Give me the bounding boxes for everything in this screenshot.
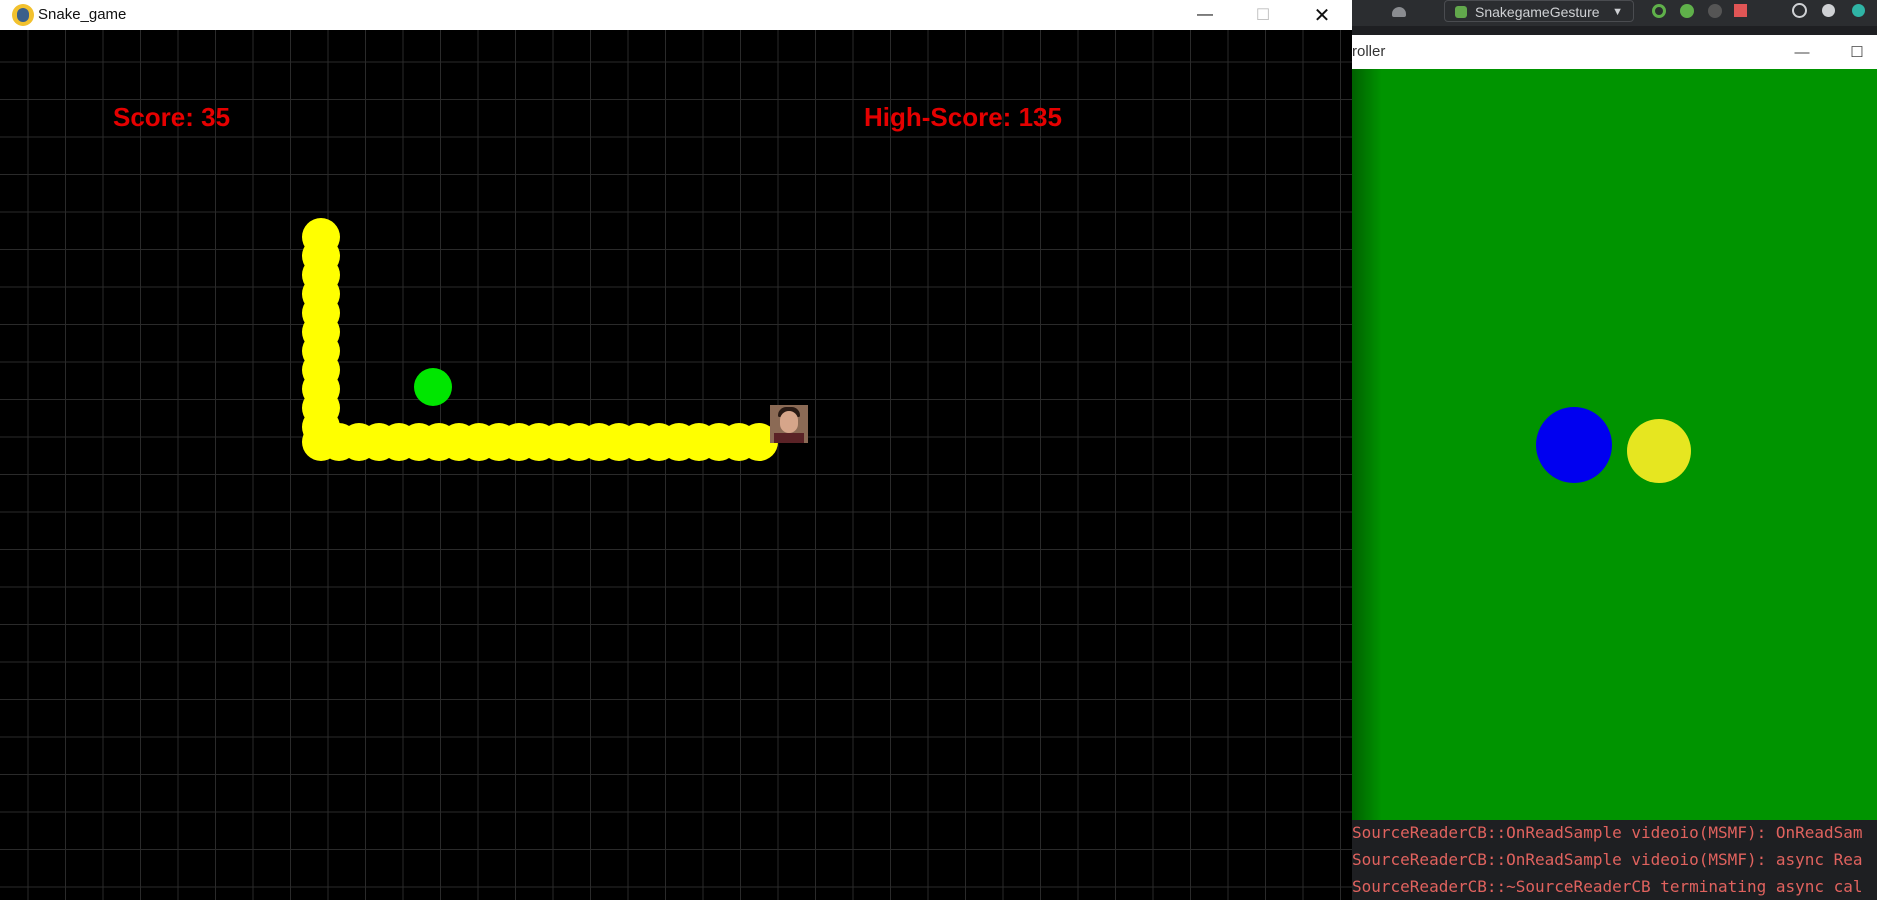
ide-toolbar: SnakegameGesture ▼ — [1352, 0, 1877, 26]
console-line: SourceReaderCB::OnReadSample videoio(MSM… — [1352, 850, 1863, 869]
yellow-tracking-ball — [1627, 419, 1691, 483]
gear-icon[interactable] — [1822, 4, 1835, 17]
controller-window: SnakegameGesture ▼ roller — ☐ SourceRead… — [1352, 0, 1877, 900]
food-pellet — [414, 368, 452, 406]
plugin-icon[interactable] — [1852, 4, 1865, 17]
controller-window-title: roller — [1352, 43, 1386, 60]
window-shadow — [1352, 69, 1382, 820]
search-icon[interactable] — [1792, 3, 1807, 18]
score-label: Score: 35 — [113, 102, 231, 132]
stop-icon[interactable] — [1734, 4, 1747, 17]
run-config-label: SnakegameGesture — [1475, 4, 1600, 20]
minimize-button[interactable]: — — [1782, 35, 1822, 69]
debug-icon[interactable] — [1680, 4, 1694, 18]
chevron-down-icon: ▼ — [1612, 6, 1623, 18]
user-icon[interactable] — [1392, 3, 1408, 19]
game-board: Score: 35 High-Score: 135 — [0, 30, 1352, 900]
console-line: SourceReaderCB::OnReadSample videoio(MSM… — [1352, 823, 1863, 842]
controller-titlebar[interactable]: roller — ☐ — [1352, 35, 1877, 69]
snake-game-window: Snake_game — ☐ ✕ Score: 35 High-Score: 1… — [0, 0, 1352, 900]
python-app-icon — [12, 4, 34, 26]
snake-head-image — [770, 405, 808, 443]
minimize-button[interactable]: — — [1176, 0, 1234, 30]
run-console: SourceReaderCB::OnReadSample videoio(MSM… — [1352, 820, 1877, 900]
maximize-button[interactable]: ☐ — [1234, 0, 1292, 30]
coverage-icon[interactable] — [1708, 4, 1722, 18]
window-title: Snake_game — [38, 6, 127, 23]
console-line: SourceReaderCB::~SourceReaderCB terminat… — [1352, 877, 1863, 896]
head-face — [780, 411, 798, 433]
rerun-icon[interactable] — [1652, 4, 1666, 18]
controller-canvas — [1352, 69, 1877, 820]
blue-tracking-ball — [1536, 407, 1612, 483]
maximize-button[interactable]: ☐ — [1837, 35, 1877, 69]
game-titlebar[interactable]: Snake_game — ☐ ✕ — [0, 0, 1352, 31]
close-button[interactable]: ✕ — [1293, 0, 1351, 30]
run-config-dropdown[interactable]: SnakegameGesture ▼ — [1444, 0, 1634, 22]
highscore-label: High-Score: 135 — [864, 102, 1062, 132]
head-shirt — [774, 433, 804, 443]
